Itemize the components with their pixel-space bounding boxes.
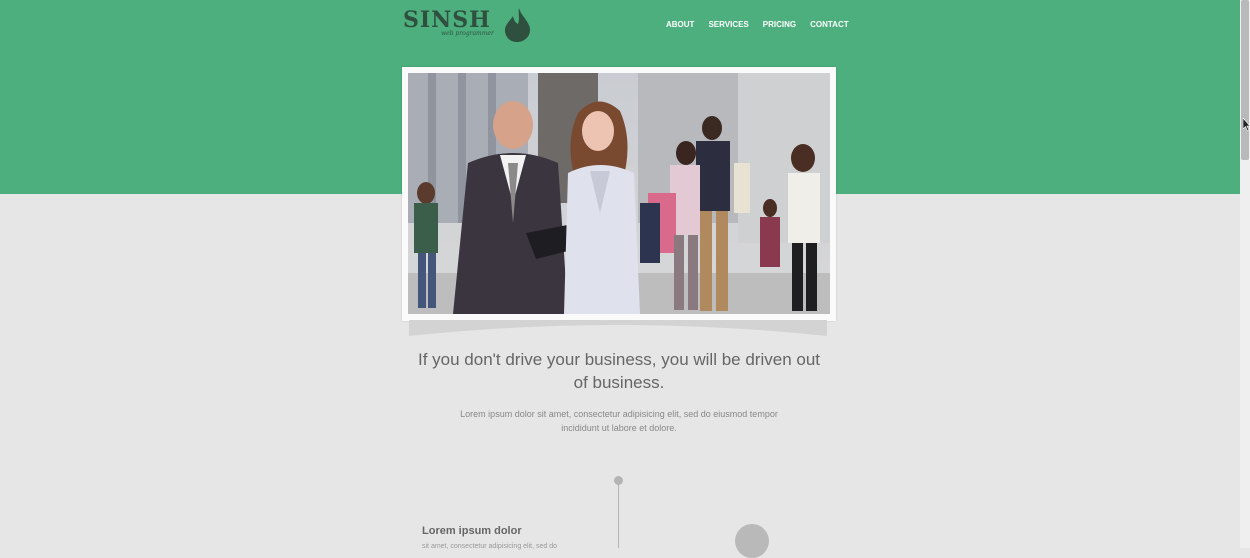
nav-item-pricing[interactable]: PRICING: [763, 20, 796, 30]
hero-shadow: [409, 320, 827, 336]
nav-item-about[interactable]: ABOUT: [666, 20, 694, 30]
nav-item-contact[interactable]: CONTACT: [810, 20, 849, 30]
logo-tagline: web programmer: [441, 30, 494, 37]
hero-subtext: Lorem ipsum dolor sit amet, consectetur …: [460, 409, 778, 433]
nav-item-services[interactable]: SERVICES: [708, 20, 748, 30]
main-nav: ABOUT SERVICES PRICING CONTACT: [666, 20, 863, 30]
scrollbar-thumb[interactable]: [1241, 0, 1249, 160]
business-people-photo: [408, 73, 830, 314]
mouse-cursor-icon: [1243, 118, 1250, 132]
flame-drop-icon: [505, 8, 530, 42]
feature-title: Lorem ipsum dolor: [422, 525, 522, 537]
feature-circle-icon: [735, 524, 769, 558]
hero-image-frame: [402, 67, 836, 321]
hero-headline: If you don't drive your business, you wi…: [417, 350, 820, 392]
logo-wordmark: SINSH: [403, 7, 491, 33]
site-logo[interactable]: SINSH web programmer: [403, 8, 533, 42]
feature-text: sit amet, consectetur adipisicing elit, …: [422, 543, 558, 550]
timeline-line: [618, 484, 619, 548]
